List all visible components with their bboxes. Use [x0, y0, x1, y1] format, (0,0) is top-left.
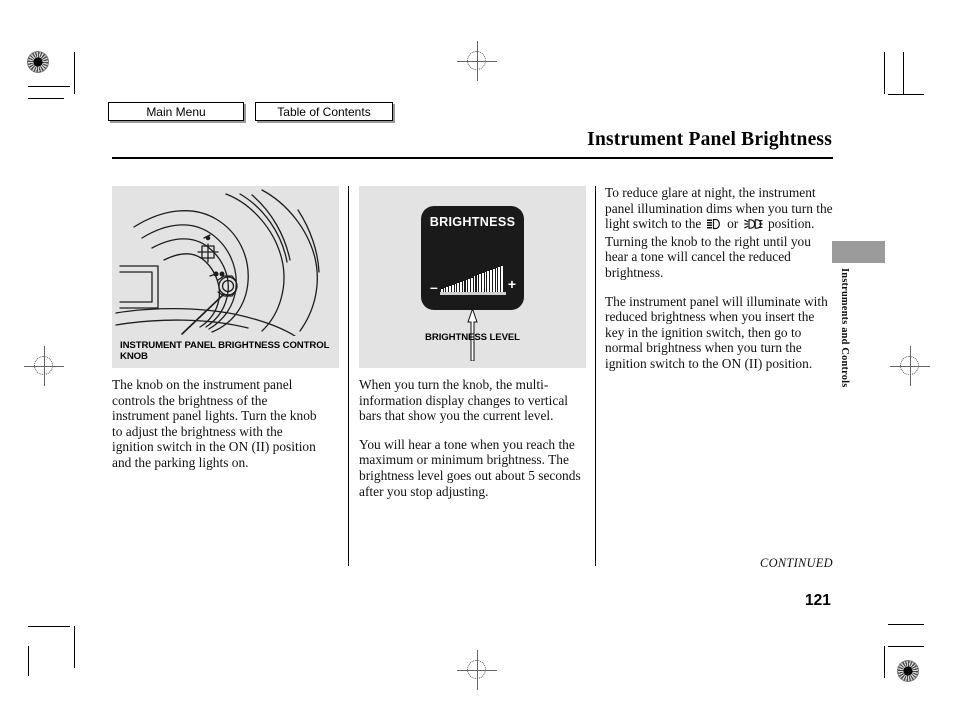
brightness-bar [460, 281, 462, 292]
paragraph-display-changes: When you turn the knob, the multi-inform… [359, 377, 568, 424]
section-tab-marker [832, 241, 885, 263]
paragraph-illumination-sequence: The instrument panel will illuminate wit… [605, 293, 828, 371]
registration-crosshair-left [22, 344, 66, 388]
crop-mark-top-left-outer [28, 98, 64, 99]
figure-brightness-level-caption: BRIGHTNESS LEVEL [425, 332, 520, 343]
brightness-bar [468, 278, 470, 292]
page-title: Instrument Panel Brightness [587, 129, 832, 150]
crop-mark-top-left-vertical [74, 52, 75, 94]
body-column-right: To reduce glare at night, the instrument… [605, 185, 833, 372]
brightness-bar [498, 267, 501, 292]
plus-sign-icon: + [507, 276, 516, 292]
brightness-bar [482, 273, 484, 292]
registration-crosshair-top [455, 39, 499, 83]
display-brightness-label: BRIGHTNESS [429, 215, 516, 229]
paragraph-reduce-glare: To reduce glare at night, the instrument… [605, 185, 833, 281]
table-of-contents-button[interactable]: Table of Contents [255, 102, 393, 121]
brightness-bar [501, 266, 503, 292]
crop-mark-bottom-right-vertical [884, 646, 885, 678]
multi-information-display-screen: BRIGHTNESS – + [421, 206, 524, 310]
parking-light-icon [706, 218, 722, 234]
crop-mark-bottom-right-horizontal [888, 646, 924, 647]
paragraph-reduce-glare-or: or [727, 216, 739, 232]
registration-crosshair-bottom [455, 648, 499, 692]
registration-dot-top-left [27, 51, 49, 73]
crop-mark-bottom-right-outer [888, 624, 924, 625]
body-column-middle: When you turn the knob, the multi-inform… [359, 377, 581, 499]
figure-brightness-display: BRIGHTNESS – + BRIGHTNESS LEVEL [359, 186, 586, 368]
brightness-bar [454, 283, 457, 292]
brightness-bar-gauge: – + [430, 264, 516, 298]
brightness-bar [462, 280, 465, 292]
body-column-left: The knob on the instrument panel control… [112, 377, 326, 471]
crop-mark-bottom-left-horizontal [28, 626, 70, 627]
minus-sign-icon: – [430, 279, 438, 295]
brightness-level-bars [441, 266, 503, 292]
figure-instrument-panel-knob: INSTRUMENT PANEL BRIGHTNESS CONTROL KNOB [112, 186, 339, 368]
brightness-bar [451, 284, 454, 292]
crop-mark-top-right-horizontal [888, 94, 924, 95]
brightness-bar [476, 275, 479, 292]
paragraph-knob-usage: The knob on the instrument panel control… [112, 377, 317, 470]
brightness-bar [457, 282, 459, 292]
page-number: 121 [805, 592, 831, 609]
continued-label: CONTINUED [760, 556, 833, 570]
crop-mark-top-right-outer [903, 52, 904, 94]
dashboard-line-art-illustration [115, 189, 320, 336]
column-divider-right [595, 186, 596, 566]
headlight-icon [743, 218, 763, 234]
crop-mark-top-left-horizontal [28, 86, 70, 87]
brightness-bar [473, 276, 476, 292]
brightness-bar [487, 271, 490, 292]
registration-dot-bottom-right [897, 660, 919, 682]
brightness-bar [484, 272, 487, 292]
brightness-bar [479, 274, 481, 292]
brightness-bar [490, 270, 492, 292]
brightness-gauge-baseline [440, 292, 506, 295]
title-divider [112, 157, 833, 159]
brightness-bar [495, 268, 498, 292]
brightness-bar [492, 269, 495, 292]
paragraph-tone-and-timeout: You will hear a tone when you reach the … [359, 436, 581, 499]
registration-crosshair-right [888, 344, 932, 388]
crop-mark-top-right-vertical [884, 52, 885, 94]
crop-mark-bottom-left-outer [28, 646, 29, 676]
brightness-bar [471, 277, 473, 292]
figure-knob-caption: INSTRUMENT PANEL BRIGHTNESS CONTROL KNOB [120, 340, 330, 363]
section-tab-label: Instruments and Controls [839, 268, 850, 388]
crop-mark-bottom-left-vertical [74, 626, 75, 668]
brightness-bar [465, 279, 468, 292]
column-divider-left [348, 186, 349, 566]
main-menu-button[interactable]: Main Menu [108, 102, 244, 121]
